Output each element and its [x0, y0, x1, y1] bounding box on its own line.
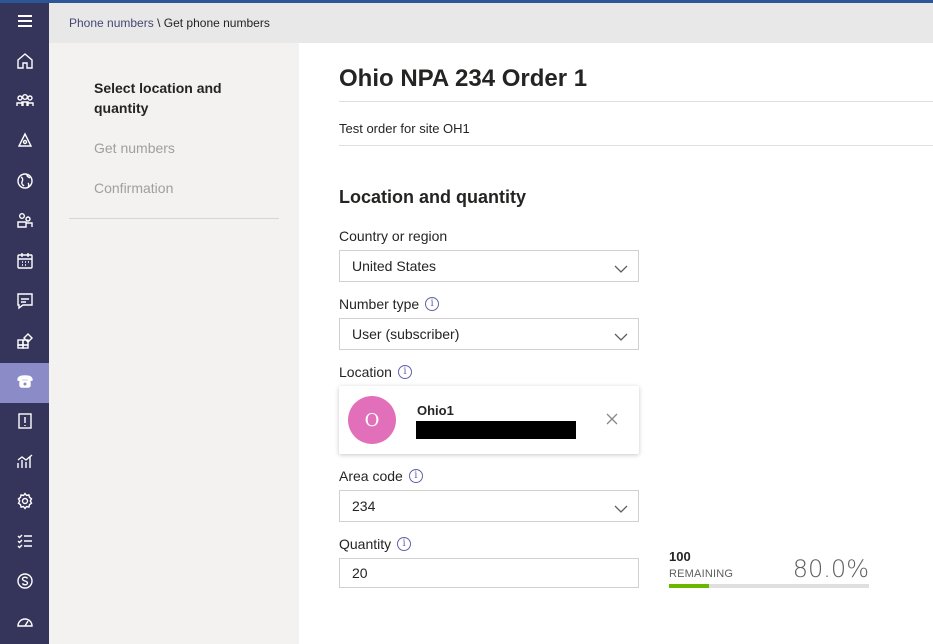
rail-settings[interactable]	[0, 483, 49, 523]
planning-icon	[15, 531, 35, 556]
remaining-indicator: 100 REMAINING 80.0%	[669, 549, 869, 589]
description-divider	[339, 145, 933, 146]
breadcrumb-separator: \	[153, 16, 164, 30]
location-card[interactable]: O Ohio1	[339, 386, 639, 454]
breadcrumb: Phone numbers \ Get phone numbers	[69, 16, 270, 30]
remaining-label: REMAINING	[669, 568, 734, 580]
home-icon	[15, 51, 35, 76]
area-code-label: Area code i	[339, 468, 423, 484]
breadcrumb-phone-numbers-link[interactable]: Phone numbers	[69, 16, 154, 30]
settings-icon	[15, 491, 35, 516]
main-content: Ohio NPA 234 Order 1 Test order for site…	[299, 43, 933, 644]
info-icon[interactable]: i	[397, 537, 412, 551]
location-label-text: Location	[339, 364, 392, 380]
breadcrumb-bar: Phone numbers \ Get phone numbers	[49, 3, 933, 43]
analytics-icon	[15, 451, 35, 476]
number-type-value: User (subscriber)	[352, 326, 460, 342]
info-icon[interactable]: i	[408, 469, 423, 483]
rail-analytics[interactable]	[0, 443, 49, 483]
globe-icon	[15, 171, 35, 196]
skype-icon	[15, 571, 35, 596]
area-code-label-text: Area code	[339, 468, 403, 484]
order-description: Test order for site OH1	[339, 121, 470, 136]
chevron-down-icon	[614, 501, 628, 513]
title-divider	[339, 101, 933, 102]
users-icon	[15, 211, 35, 236]
rail-users[interactable]	[0, 203, 49, 243]
apps-icon	[15, 331, 35, 356]
remaining-progress-bar	[669, 584, 869, 588]
redacted-address	[416, 421, 576, 439]
location-label: Location i	[339, 364, 412, 380]
rail-call-quality[interactable]	[0, 603, 49, 643]
number-type-dropdown[interactable]: User (subscriber)	[339, 318, 639, 350]
teams-icon	[15, 91, 35, 116]
rail-teams[interactable]	[0, 83, 49, 123]
wizard-step-select-location: Select location and quantity	[94, 80, 222, 116]
devices-icon	[15, 131, 35, 156]
meetings-icon	[15, 251, 35, 276]
remaining-percent: 80.0%	[792, 555, 869, 583]
voice-icon	[15, 371, 35, 396]
location-name: Ohio1	[417, 403, 454, 418]
wizard-step-confirmation: Confirmation	[94, 180, 174, 196]
menu-icon	[15, 11, 35, 36]
rail-apps[interactable]	[0, 323, 49, 363]
remaining-progress-fill	[669, 584, 709, 588]
policy-packages-icon	[15, 411, 35, 436]
remaining-count: 100	[669, 549, 691, 564]
area-code-dropdown[interactable]: 234	[339, 490, 639, 522]
menu-button[interactable]	[0, 3, 49, 43]
rail-messaging[interactable]	[0, 283, 49, 323]
rail-devices[interactable]	[0, 123, 49, 163]
country-value: United States	[352, 258, 437, 274]
wizard-steps-panel: Select location and quantity Get numbers…	[49, 43, 299, 644]
country-label: Country or region	[339, 228, 447, 244]
rail-policy-packages[interactable]	[0, 403, 49, 443]
quantity-input[interactable]	[339, 558, 639, 588]
quantity-label: Quantity i	[339, 536, 412, 552]
section-title: Location and quantity	[339, 187, 526, 207]
rail-locations[interactable]	[0, 163, 49, 203]
info-icon[interactable]: i	[425, 297, 440, 311]
avatar: O	[348, 396, 396, 444]
page-title: Ohio NPA 234 Order 1	[339, 65, 588, 92]
rail-voice[interactable]	[0, 363, 49, 403]
number-type-label-text: Number type	[339, 296, 420, 312]
rail-skype[interactable]	[0, 563, 49, 603]
country-label-text: Country or region	[339, 228, 448, 244]
rail-planning[interactable]	[0, 523, 49, 563]
number-type-label: Number type i	[339, 296, 440, 312]
chevron-down-icon	[614, 329, 628, 341]
chevron-down-icon	[614, 261, 628, 273]
wizard-step-get-numbers: Get numbers	[94, 140, 175, 156]
area-code-value: 234	[352, 498, 376, 514]
wizard-divider	[69, 218, 279, 219]
country-dropdown[interactable]: United States	[339, 250, 639, 282]
rail-home[interactable]	[0, 43, 49, 83]
call-quality-icon	[15, 611, 35, 636]
quantity-label-text: Quantity	[339, 536, 392, 552]
messaging-icon	[15, 291, 35, 316]
rail-meetings[interactable]	[0, 243, 49, 283]
breadcrumb-current: Get phone numbers	[163, 16, 270, 30]
info-icon[interactable]: i	[397, 365, 412, 379]
close-icon[interactable]	[605, 412, 619, 426]
app-rail	[0, 3, 49, 644]
